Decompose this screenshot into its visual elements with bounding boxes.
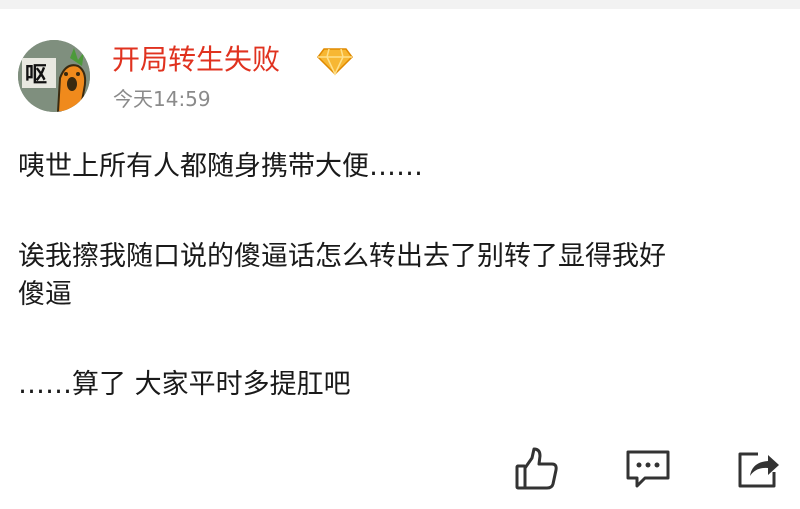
post-body: 咦世上所有人都随身携带大便…… 诶我擦我随口说的傻逼话怎么转出去了别转了显得我好… (18, 148, 788, 404)
like-button[interactable] (514, 446, 560, 492)
vip-diamond-icon[interactable] (316, 46, 354, 76)
share-button[interactable] (736, 446, 782, 492)
thumbs-up-icon (515, 447, 558, 490)
share-icon (738, 452, 779, 488)
avatar-image: 呕 (18, 40, 90, 112)
post-line: 诶我擦我随口说的傻逼话怎么转出去了别转了显得我好 (18, 241, 666, 272)
post-line: 咦世上所有人都随身携带大便…… (18, 151, 423, 182)
avatar-text: 呕 (25, 63, 47, 88)
author-username[interactable]: 开局转生失败 (112, 42, 280, 78)
post-line: ……算了 大家平时多提肛吧 (18, 369, 351, 400)
top-divider-bar (0, 0, 800, 9)
post-timestamp: 今天14:59 (113, 87, 211, 111)
post-paragraph-3: ……算了 大家平时多提肛吧 (18, 366, 788, 404)
comment-icon (626, 450, 670, 488)
avatar[interactable]: 呕 (18, 40, 90, 112)
post-paragraph-1: 咦世上所有人都随身携带大便…… (18, 148, 788, 186)
comment-button[interactable] (625, 446, 671, 492)
post-paragraph-2: 诶我擦我随口说的傻逼话怎么转出去了别转了显得我好 傻逼 (18, 238, 788, 314)
post-line: 傻逼 (18, 279, 72, 310)
